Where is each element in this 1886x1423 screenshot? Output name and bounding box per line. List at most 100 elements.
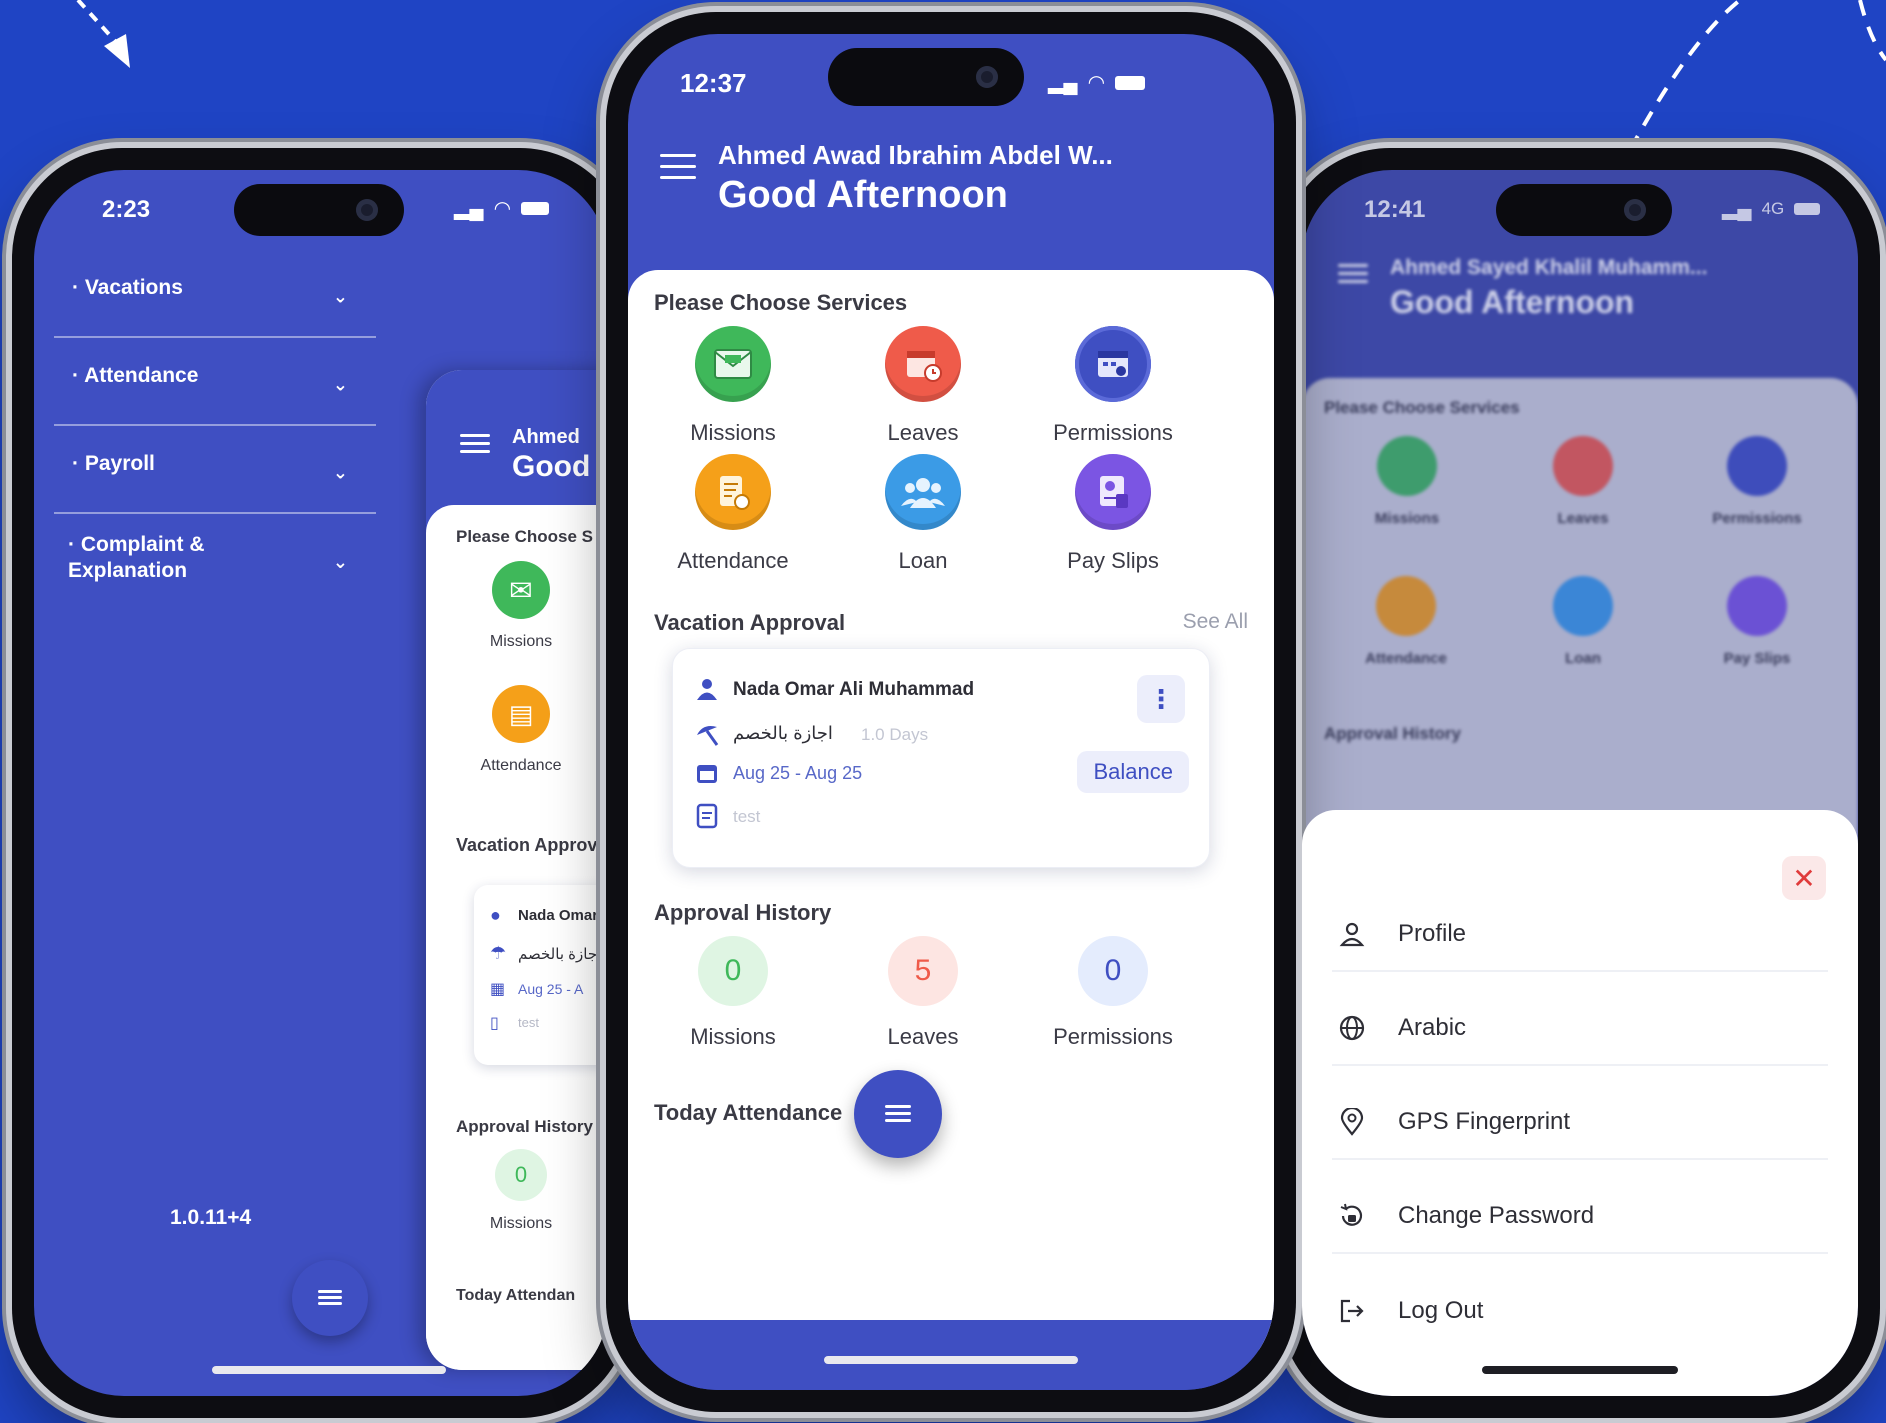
services-title: Please Choose Services [654, 290, 908, 315]
network-type: 4G [1761, 198, 1785, 218]
peek-history-title: Approval History [456, 1117, 593, 1136]
service-loan[interactable]: Loan [828, 454, 1018, 574]
today-attendance-title: Today Attendance [654, 1100, 843, 1125]
service-missions[interactable]: Missions [638, 326, 828, 446]
chevron-down-icon: ⌄ [332, 462, 348, 483]
menu-item-gps-fingerprint[interactable]: GPS Fingerprint [1332, 1086, 1828, 1160]
peek-user-name: Ahmed [512, 426, 580, 448]
service-leaves[interactable]: Leaves [828, 326, 1018, 446]
peek-card-note: test [518, 1015, 539, 1030]
peek-service-attendance[interactable]: ▤ Attendance [456, 685, 586, 775]
globe-icon [1332, 1014, 1372, 1042]
drawer-item-complaint[interactable]: · Complaint & Explanation ⌄ [54, 522, 376, 602]
blurred-service: Leaves [1538, 436, 1628, 527]
location-pin-icon [1332, 1108, 1372, 1136]
dashed-curve-decoration-right [1628, 0, 1886, 150]
greeting: Good Afternoon [1390, 284, 1635, 320]
peek-history-count: 0 [495, 1149, 547, 1201]
leave-type: اجازة بالخصم [733, 723, 833, 743]
blurred-service: Loan [1538, 576, 1628, 667]
blurred-service: Missions [1362, 436, 1452, 527]
menu-button[interactable] [660, 154, 696, 180]
menu-item-label: Change Password [1398, 1202, 1595, 1229]
peek-content: Please Choose S ✉ Missions ▤ Attendance … [426, 505, 608, 1370]
balance-button[interactable]: Balance [1077, 751, 1189, 793]
blurred-service-label: Pay Slips [1723, 650, 1791, 667]
menu-fab-button[interactable] [854, 1070, 942, 1158]
blurred-service-label: Attendance [1365, 650, 1447, 667]
signal-icon: ▂▄ [1048, 72, 1078, 94]
leave-dates: Aug 25 - Aug 25 [733, 763, 863, 783]
envelope-icon [695, 326, 771, 402]
service-attendance[interactable]: Attendance [638, 454, 828, 574]
group-icon [885, 454, 961, 530]
drawer-close-button[interactable] [292, 1260, 368, 1336]
menu-icon [460, 434, 490, 454]
payslip-icon [1727, 576, 1787, 636]
signal-icon: ▂▄ [1722, 198, 1752, 220]
drawer-item-label: Attendance [84, 364, 199, 387]
payslip-icon [1075, 454, 1151, 530]
peek-service-label: Attendance [480, 757, 562, 774]
blurred-service: Attendance [1346, 576, 1466, 667]
history-permissions[interactable]: 0 Permissions [1018, 936, 1208, 1050]
battery-icon [521, 202, 550, 215]
document-icon [695, 803, 719, 834]
status-time: 12:37 [680, 68, 747, 98]
peek-history-missions[interactable]: 0 Missions [456, 1149, 586, 1233]
peek-service-missions[interactable]: ✉ Missions [456, 561, 586, 651]
history-missions[interactable]: 0 Missions [638, 936, 828, 1050]
umbrella-icon: ☂ [490, 943, 507, 963]
password-reset-icon [1332, 1202, 1372, 1230]
history-label: Permissions [1053, 1024, 1173, 1049]
drawer-item-label-line2: Explanation [68, 559, 188, 582]
service-label: Leaves [887, 420, 959, 445]
peek-services-title: Please Choose S [456, 527, 594, 546]
blurred-service: Pay Slips [1702, 576, 1812, 667]
peek-greeting: Good [512, 450, 591, 483]
menu-item-log-out[interactable]: Log Out [1332, 1274, 1828, 1348]
calendar-clock-icon [1553, 436, 1613, 496]
marketing-canvas: { "colors": { "background": "#1f44c4", "… [0, 0, 1886, 1423]
card-options-button[interactable]: ⋮ [1137, 675, 1185, 723]
service-permissions[interactable]: Permissions [1018, 326, 1208, 446]
calendar-clock-icon [885, 326, 961, 402]
center-phone-mockup: 12:37 ▂▄ ◠ Ahmed Awad Ibrahim Abdel W...… [606, 12, 1296, 1412]
peek-approval-card[interactable]: ● Nada Omar ☂ اجازة بالخصم ▦ Aug 25 - A … [474, 885, 608, 1065]
history-leaves[interactable]: 5 Leaves [828, 936, 1018, 1050]
see-all-link[interactable]: See All [1183, 610, 1248, 634]
person-icon [1332, 921, 1372, 947]
status-time: 12:41 [1364, 196, 1426, 223]
document-clock-icon: ▤ [492, 685, 550, 743]
drawer-item-attendance[interactable]: · Attendance ⌄ [54, 346, 376, 426]
vacation-approval-card[interactable]: Nada Omar Ali Muhammad ⋮ اجازة بالخصم 1.… [672, 648, 1210, 868]
menu-item-change-password[interactable]: Change Password [1332, 1180, 1828, 1254]
more-vertical-icon: ⋮ [1148, 683, 1174, 714]
employee-name: Nada Omar Ali Muhammad [733, 679, 975, 700]
drawer-item-payroll[interactable]: · Payroll ⌄ [54, 434, 376, 514]
dynamic-island [234, 184, 404, 236]
service-pay-slips[interactable]: Pay Slips [1018, 454, 1208, 574]
main-content: Please Choose Services Missions Leaves P… [628, 270, 1274, 1350]
peek-card-name: Nada Omar [518, 907, 599, 924]
status-time: 2:23 [102, 196, 151, 223]
group-icon [1553, 576, 1613, 636]
left-phone-screen: 2:23 ▂▄ ◠ · Vacations ⌄ · Attendance ⌄ ·… [34, 170, 608, 1396]
peek-vacation-title: Vacation Approv [456, 835, 598, 855]
menu-item-profile[interactable]: Profile [1332, 898, 1828, 972]
history-label: Missions [690, 1024, 776, 1049]
peek-service-label: Missions [489, 633, 553, 650]
service-label: Attendance [677, 548, 789, 573]
left-phone-mockup: 2:23 ▂▄ ◠ · Vacations ⌄ · Attendance ⌄ ·… [12, 148, 630, 1418]
peek-card-type: اجازة بالخصم [518, 946, 602, 963]
menu-item-label: Profile [1398, 920, 1467, 947]
close-icon: ✕ [1792, 862, 1816, 894]
drawer-item-vacations[interactable]: · Vacations ⌄ [54, 258, 376, 338]
wifi-icon: ◠ [493, 198, 512, 220]
peek-app-screen[interactable]: Ahmed Good Please Choose S ✉ Missions ▤ … [426, 370, 608, 1370]
close-sheet-button[interactable]: ✕ [1782, 856, 1826, 900]
calendar-icon [695, 761, 719, 790]
menu-item-arabic[interactable]: Arabic [1332, 992, 1828, 1066]
center-phone-screen: 12:37 ▂▄ ◠ Ahmed Awad Ibrahim Abdel W...… [628, 34, 1274, 1390]
envelope-icon: ✉ [492, 561, 550, 619]
